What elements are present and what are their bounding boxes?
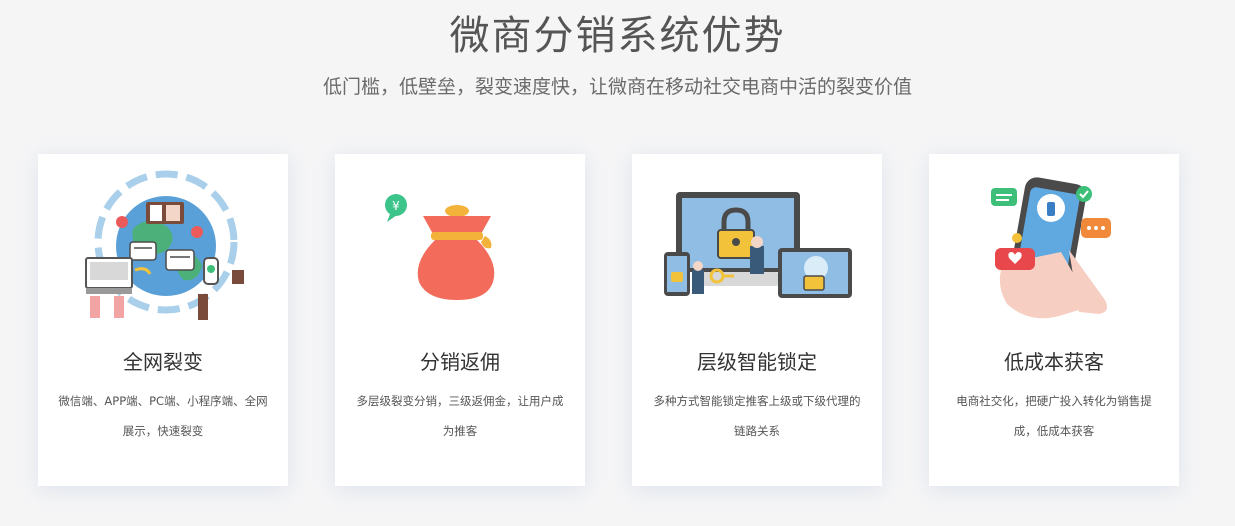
devices-lock-icon (632, 154, 882, 334)
money-bag-icon: ¥ (335, 154, 585, 334)
yen-badge: ¥ (392, 199, 400, 213)
feature-card-low-cost: 低成本获客 电商社交化，把硬广投入转化为销售提成，低成本获客 (929, 154, 1179, 486)
advantages-section: 微商分销系统优势 低门槛，低壁垒，裂变速度快，让微商在移动社交电商中活的裂变价值 (0, 0, 1235, 526)
globe-network-icon (38, 154, 288, 334)
feature-card-smart-lock: 层级智能锁定 多种方式智能锁定推客上级或下级代理的链路关系 (632, 154, 882, 486)
card-title: 分销返佣 (420, 350, 500, 374)
section-title: 微商分销系统优势 (449, 13, 786, 59)
card-description: 电商社交化，把硬广投入转化为销售提成，低成本获客 (956, 394, 1152, 438)
section-subtitle: 低门槛，低壁垒，裂变速度快，让微商在移动社交电商中活的裂变价值 (322, 76, 912, 98)
card-description: 微信端、APP端、PC端、小程序端、全网展示，快速裂变 (58, 394, 268, 438)
feature-card-commission: ¥ 分销返佣 多层级裂变分销，三级返佣金，让用户成为推客 (335, 154, 585, 486)
phone-social-icon (929, 154, 1179, 334)
card-description: 多种方式智能锁定推客上级或下级代理的链路关系 (653, 394, 861, 438)
card-title: 低成本获客 (1004, 350, 1104, 374)
card-title: 层级智能锁定 (697, 350, 817, 374)
feature-card-network-fission: 全网裂变 微信端、APP端、PC端、小程序端、全网展示，快速裂变 (38, 154, 288, 486)
card-description: 多层级裂变分销，三级返佣金，让用户成为推客 (356, 394, 564, 438)
card-title: 全网裂变 (123, 350, 203, 374)
